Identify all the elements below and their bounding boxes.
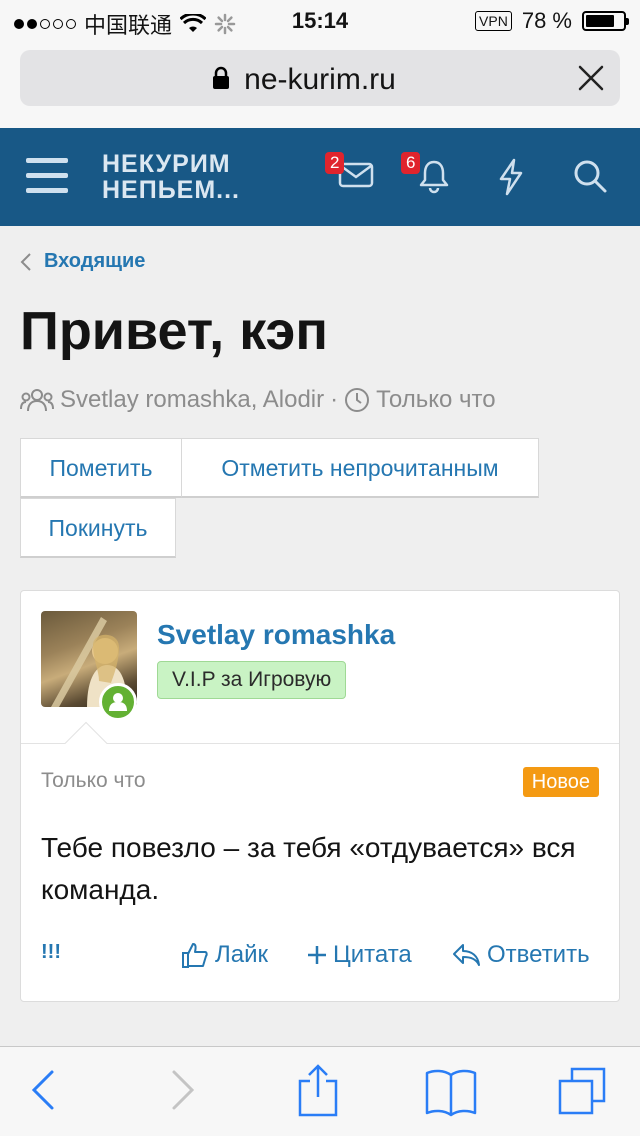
lightning-icon bbox=[499, 158, 523, 196]
username-link[interactable]: Svetlay romashka bbox=[157, 619, 395, 651]
inbox-count-badge: 2 bbox=[325, 152, 345, 174]
share-icon[interactable] bbox=[296, 1063, 340, 1117]
conversation-meta: Svetlay romashka, Alodir · Только что bbox=[20, 386, 496, 414]
reply-button[interactable]: Ответить bbox=[451, 941, 590, 969]
menu-icon[interactable] bbox=[26, 158, 68, 194]
chevron-left-icon bbox=[20, 252, 31, 271]
user-title-badge: V.I.P за Игровую bbox=[157, 661, 347, 699]
battery-fill bbox=[586, 15, 615, 27]
quote-label: Цитата bbox=[333, 941, 412, 968]
post-actions: !!! Лайк Цитата Ответить bbox=[41, 941, 599, 975]
browser-chrome: ne-kurim.ru bbox=[0, 40, 640, 128]
thumbs-up-icon bbox=[182, 943, 208, 968]
leave-button[interactable]: Покинуть bbox=[20, 498, 176, 558]
status-bar: 中国联通 15:14 VPN 78 % bbox=[0, 0, 640, 40]
battery-percent: 78 % bbox=[521, 8, 572, 33]
status-right: VPN 78 % bbox=[475, 8, 629, 34]
reply-label: Ответить bbox=[487, 941, 590, 968]
search-button[interactable] bbox=[572, 158, 608, 199]
bookmarks-icon[interactable] bbox=[424, 1067, 478, 1117]
post-time[interactable]: Только что bbox=[41, 769, 146, 793]
address-bar[interactable]: ne-kurim.ru bbox=[20, 50, 620, 106]
close-icon[interactable] bbox=[576, 63, 606, 93]
message-body: Тебе повезло – за тебя «отдувается» вся … bbox=[41, 832, 576, 905]
back-icon[interactable] bbox=[30, 1069, 56, 1111]
site-header: НЕКУРИМ НЕПЬЕМ... 2 6 bbox=[0, 128, 640, 226]
post-arrow bbox=[64, 721, 108, 765]
mark-button[interactable]: Пометить bbox=[20, 438, 182, 498]
meta-separator: · bbox=[330, 386, 339, 413]
breadcrumb[interactable]: Входящие bbox=[20, 250, 145, 273]
report-label: !!! bbox=[41, 941, 61, 963]
tabs-icon[interactable] bbox=[556, 1065, 608, 1117]
alerts-button[interactable] bbox=[416, 158, 452, 199]
logo-line-1: НЕКУРИМ bbox=[102, 150, 231, 178]
url-text: ne-kurim.ru bbox=[244, 63, 396, 96]
site-logo[interactable]: НЕКУРИМ НЕПЬЕМ... bbox=[102, 151, 240, 203]
like-label: Лайк bbox=[215, 941, 269, 968]
plus-icon bbox=[308, 946, 326, 964]
page-title: Привет, кэп bbox=[20, 301, 328, 361]
online-status-icon bbox=[99, 683, 137, 721]
search-icon bbox=[574, 160, 607, 193]
new-badge: Новое bbox=[522, 767, 599, 797]
post-divider bbox=[21, 743, 619, 744]
reply-icon bbox=[453, 944, 480, 966]
report-link[interactable]: !!! bbox=[41, 941, 61, 964]
message-post: Svetlay romashka V.I.P за Игровую Только… bbox=[20, 590, 620, 1002]
bell-icon bbox=[419, 160, 449, 194]
conversation-time: Только что bbox=[376, 386, 496, 413]
browser-toolbar bbox=[0, 1046, 640, 1136]
alerts-count-badge: 6 bbox=[401, 152, 421, 174]
quote-button[interactable]: Цитата bbox=[307, 941, 412, 969]
logo-line-2: НЕПЬЕМ... bbox=[102, 176, 241, 204]
forward-icon[interactable] bbox=[170, 1069, 196, 1111]
vpn-badge: VPN bbox=[475, 11, 512, 31]
like-button[interactable]: Лайк bbox=[181, 941, 268, 969]
breadcrumb-label[interactable]: Входящие bbox=[44, 250, 145, 273]
participants-text: Svetlay romashka, Alodir bbox=[60, 386, 325, 413]
users-icon bbox=[20, 389, 54, 412]
battery-icon bbox=[582, 11, 629, 31]
clock-icon bbox=[345, 388, 370, 412]
whats-new-button[interactable] bbox=[496, 158, 526, 201]
mark-unread-button[interactable]: Отметить непрочитанным bbox=[181, 438, 539, 498]
